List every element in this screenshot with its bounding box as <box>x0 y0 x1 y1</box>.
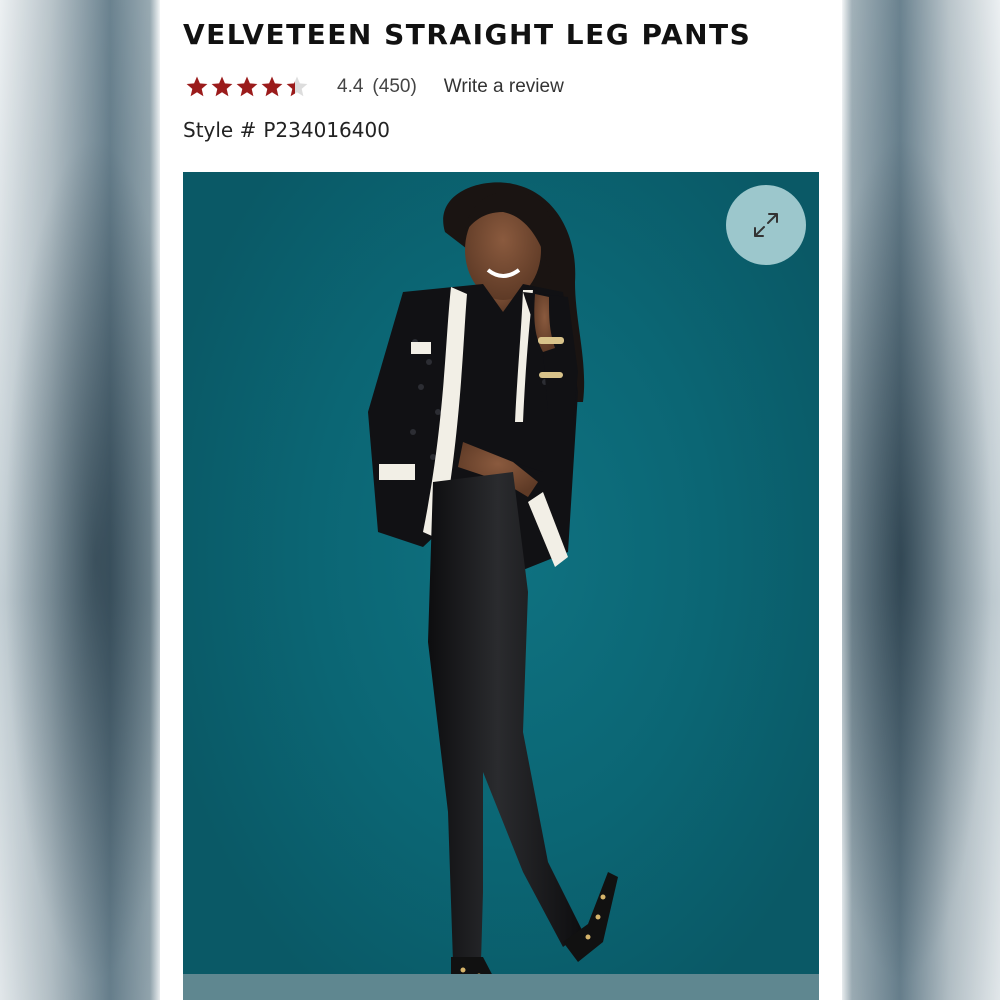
product-title: VELVETEEN STRAIGHT LEG PANTS <box>183 18 752 51</box>
product-card: VELVETEEN STRAIGHT LEG PANTS 4.4 (450) W… <box>160 0 842 1000</box>
star-rating[interactable] <box>185 75 310 99</box>
right-blur-backdrop <box>842 0 1000 1000</box>
expand-arrows-icon <box>754 213 778 237</box>
model-illustration <box>368 182 618 987</box>
star-icon <box>261 76 283 97</box>
style-value: P234016400 <box>263 118 390 142</box>
product-image[interactable] <box>183 172 819 1000</box>
expand-image-button[interactable] <box>726 185 806 265</box>
star-icon <box>286 76 308 97</box>
star-icon <box>236 76 258 97</box>
rating-row: 4.4 (450) Write a review <box>185 72 564 102</box>
floor <box>183 974 819 1000</box>
style-label: Style # <box>183 118 257 142</box>
left-blur-backdrop <box>0 0 160 1000</box>
star-icon <box>186 76 208 97</box>
review-count[interactable]: (450) <box>372 76 416 98</box>
write-review-link[interactable]: Write a review <box>444 76 564 98</box>
star-icon <box>211 76 233 97</box>
rating-value: 4.4 <box>337 76 364 97</box>
style-number: Style # P234016400 <box>183 118 390 142</box>
